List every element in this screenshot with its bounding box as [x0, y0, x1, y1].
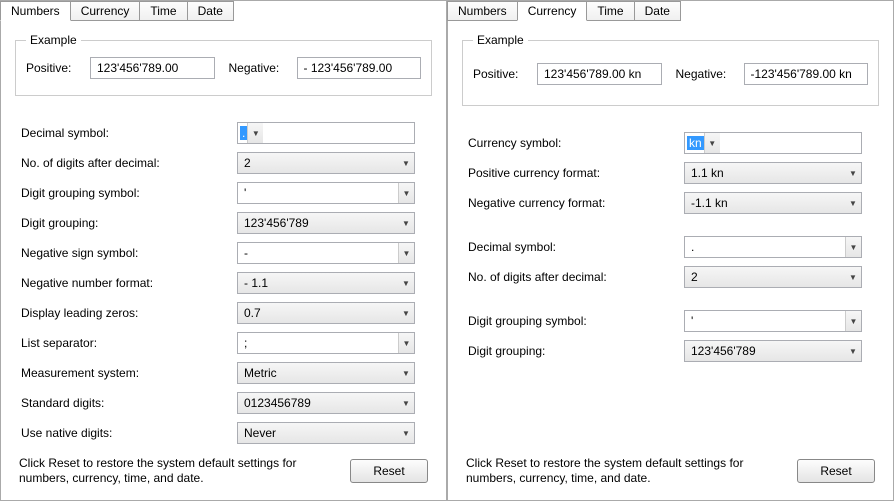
- use-native-digits-label: Use native digits:: [21, 426, 237, 440]
- digit-grouping-combo[interactable]: 123'456'789▼: [684, 340, 862, 362]
- reset-button[interactable]: Reset: [797, 459, 875, 483]
- standard-digits-label: Standard digits:: [21, 396, 237, 410]
- example-group: Example Positive: 123'456'789.00 kn Nega…: [462, 33, 879, 106]
- measurement-system-combo[interactable]: Metric▼: [237, 362, 415, 384]
- chevron-down-icon: ▼: [398, 243, 414, 263]
- chevron-down-icon: ▼: [845, 199, 861, 208]
- tab-numbers[interactable]: Numbers: [0, 1, 71, 21]
- currency-symbol-combo[interactable]: kn▼: [684, 132, 862, 154]
- positive-value: 123'456'789.00: [90, 57, 215, 79]
- example-legend: Example: [26, 33, 81, 47]
- digit-grouping-symbol-label: Digit grouping symbol:: [468, 314, 684, 328]
- digit-grouping-symbol-combo[interactable]: '▼: [237, 182, 415, 204]
- chevron-down-icon: ▼: [398, 279, 414, 288]
- negative-currency-format-label: Negative currency format:: [468, 196, 684, 210]
- chevron-down-icon: ▼: [398, 159, 414, 168]
- footer-text: Click Reset to restore the system defaul…: [19, 456, 340, 486]
- display-leading-zeros-combo[interactable]: 0.7▼: [237, 302, 415, 324]
- right-tabs: Numbers Currency Time Date: [447, 0, 893, 20]
- digit-grouping-label: Digit grouping:: [21, 216, 237, 230]
- negative-sign-symbol-label: Negative sign symbol:: [21, 246, 237, 260]
- negative-value: - 123'456'789.00: [297, 57, 422, 79]
- negative-label: Negative:: [676, 67, 738, 81]
- negative-currency-format-combo[interactable]: -1.1 kn▼: [684, 192, 862, 214]
- chevron-down-icon: ▼: [845, 311, 861, 331]
- chevron-down-icon: ▼: [845, 169, 861, 178]
- chevron-down-icon: ▼: [398, 369, 414, 378]
- decimal-symbol-combo[interactable]: .▼: [237, 122, 415, 144]
- numbers-panel: Numbers Currency Time Date Example Posit…: [0, 0, 447, 501]
- footer-text: Click Reset to restore the system defaul…: [466, 456, 787, 486]
- tab-currency[interactable]: Currency: [70, 1, 141, 21]
- positive-label: Positive:: [473, 67, 531, 81]
- left-tabs: Numbers Currency Time Date: [0, 0, 446, 20]
- negative-sign-symbol-combo[interactable]: -▼: [237, 242, 415, 264]
- reset-button[interactable]: Reset: [350, 459, 428, 483]
- digit-grouping-combo[interactable]: 123'456'789▼: [237, 212, 415, 234]
- digits-after-decimal-label: No. of digits after decimal:: [21, 156, 237, 170]
- tab-numbers[interactable]: Numbers: [447, 1, 518, 21]
- chevron-down-icon: ▼: [398, 183, 414, 203]
- chevron-down-icon: ▼: [398, 333, 414, 353]
- negative-number-format-label: Negative number format:: [21, 276, 237, 290]
- chevron-down-icon: ▼: [398, 309, 414, 318]
- use-native-digits-combo[interactable]: Never▼: [237, 422, 415, 444]
- display-leading-zeros-label: Display leading zeros:: [21, 306, 237, 320]
- negative-value: -123'456'789.00 kn: [744, 63, 869, 85]
- decimal-symbol-combo[interactable]: .▼: [684, 236, 862, 258]
- list-separator-combo[interactable]: ;▼: [237, 332, 415, 354]
- positive-label: Positive:: [26, 61, 84, 75]
- positive-value: 123'456'789.00 kn: [537, 63, 662, 85]
- tab-time[interactable]: Time: [139, 1, 187, 21]
- tab-time[interactable]: Time: [586, 1, 634, 21]
- chevron-down-icon: ▼: [704, 133, 720, 153]
- chevron-down-icon: ▼: [398, 399, 414, 408]
- negative-label: Negative:: [229, 61, 291, 75]
- digits-after-decimal-combo[interactable]: 2▼: [237, 152, 415, 174]
- tab-date[interactable]: Date: [187, 1, 234, 21]
- tab-currency[interactable]: Currency: [517, 1, 588, 21]
- digit-grouping-symbol-combo[interactable]: '▼: [684, 310, 862, 332]
- chevron-down-icon: ▼: [398, 429, 414, 438]
- standard-digits-combo[interactable]: 0123456789▼: [237, 392, 415, 414]
- example-legend: Example: [473, 33, 528, 47]
- positive-currency-format-combo[interactable]: 1.1 kn▼: [684, 162, 862, 184]
- list-separator-label: List separator:: [21, 336, 237, 350]
- digits-after-decimal-label: No. of digits after decimal:: [468, 270, 684, 284]
- digit-grouping-symbol-label: Digit grouping symbol:: [21, 186, 237, 200]
- chevron-down-icon: ▼: [845, 273, 861, 282]
- digits-after-decimal-combo[interactable]: 2▼: [684, 266, 862, 288]
- chevron-down-icon: ▼: [845, 347, 861, 356]
- tab-date[interactable]: Date: [634, 1, 681, 21]
- chevron-down-icon: ▼: [398, 219, 414, 228]
- chevron-down-icon: ▼: [845, 237, 861, 257]
- decimal-symbol-label: Decimal symbol:: [468, 240, 684, 254]
- digit-grouping-label: Digit grouping:: [468, 344, 684, 358]
- positive-currency-format-label: Positive currency format:: [468, 166, 684, 180]
- example-group: Example Positive: 123'456'789.00 Negativ…: [15, 33, 432, 96]
- chevron-down-icon: ▼: [247, 123, 263, 143]
- currency-symbol-label: Currency symbol:: [468, 136, 684, 150]
- measurement-system-label: Measurement system:: [21, 366, 237, 380]
- decimal-symbol-label: Decimal symbol:: [21, 126, 237, 140]
- currency-panel: Numbers Currency Time Date Example Posit…: [447, 0, 894, 501]
- negative-number-format-combo[interactable]: - 1.1▼: [237, 272, 415, 294]
